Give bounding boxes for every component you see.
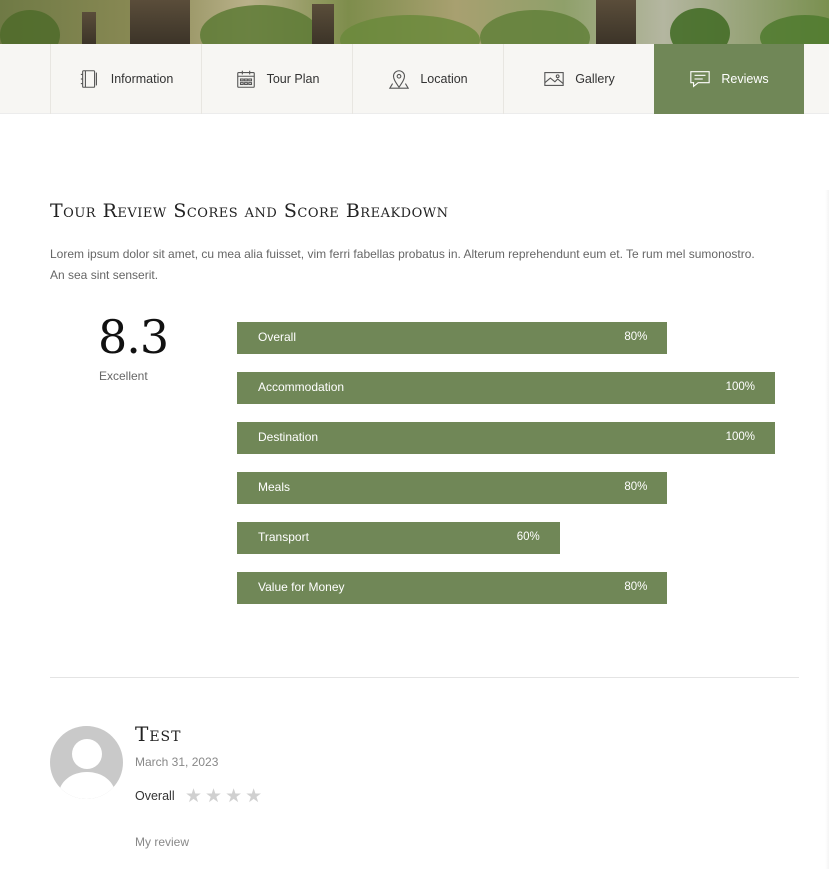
score-bar-percent: 80%	[624, 331, 648, 343]
star-icon: ★	[185, 785, 203, 807]
score-bar-label: Overall	[258, 330, 297, 344]
tab-label: Information	[110, 72, 174, 86]
tab-reviews[interactable]: Reviews	[654, 44, 804, 114]
score-bar-label: Transport	[258, 530, 309, 544]
tab-label: Reviews	[721, 72, 769, 86]
score-bar-overall: Overall 80%	[237, 322, 668, 354]
star-icon: ★	[225, 785, 243, 807]
star-icon: ★	[245, 785, 263, 807]
tab-label: Tour Plan	[266, 72, 320, 86]
score-bar-label: Destination	[258, 430, 319, 444]
calendar-icon	[236, 70, 255, 88]
tab-tour-plan[interactable]: Tour Plan	[201, 44, 352, 114]
tab-label: Gallery	[575, 72, 615, 86]
score-bar-accommodation: Accommodation 100%	[237, 372, 775, 404]
score-bar-percent: 100%	[725, 381, 755, 393]
score-bar-percent: 80%	[624, 581, 648, 593]
review-text: My review	[135, 835, 190, 849]
score-bar-label: Meals	[258, 480, 291, 494]
review-overall-label: Overall	[135, 789, 175, 803]
tab-location[interactable]: Location	[352, 44, 503, 114]
tab-information[interactable]: Information	[50, 44, 201, 114]
review-date: March 31, 2023	[135, 755, 219, 769]
tour-tabs: Information Tour Plan Location Gallery R…	[0, 44, 829, 114]
score-bar-meals: Meals 80%	[237, 472, 668, 504]
overall-score: 8.3	[98, 310, 169, 364]
score-breakdown: Overall 80% Accommodation 100% Destinati…	[237, 322, 775, 622]
score-bar-percent: 100%	[725, 431, 755, 443]
star-icon: ★	[205, 785, 223, 807]
score-bar-value-for-money: Value for Money 80%	[237, 572, 668, 604]
image-icon	[544, 72, 564, 86]
score-bar-percent: 60%	[516, 531, 540, 543]
tab-label: Location	[420, 72, 468, 86]
score-bar-transport: Transport 60%	[237, 522, 560, 554]
notebook-icon	[80, 70, 97, 88]
section-divider	[50, 677, 799, 678]
hero-image	[0, 0, 829, 44]
map-pin-icon	[389, 70, 410, 89]
tab-gallery[interactable]: Gallery	[503, 44, 654, 114]
review-star-rating: ★ ★ ★ ★	[185, 785, 262, 807]
score-rating-label: Excellent	[99, 369, 148, 383]
comment-icon	[690, 71, 711, 88]
reviewer-name: Test	[135, 722, 182, 746]
section-intro: Lorem ipsum dolor sit amet, cu mea alia …	[50, 247, 755, 282]
section-title: Tour Review Scores and Score Breakdown	[50, 200, 449, 222]
score-bar-label: Accommodation	[258, 380, 345, 394]
score-bar-percent: 80%	[624, 481, 648, 493]
score-bar-destination: Destination 100%	[237, 422, 775, 454]
avatar	[50, 726, 123, 799]
score-bar-label: Value for Money	[258, 580, 345, 594]
